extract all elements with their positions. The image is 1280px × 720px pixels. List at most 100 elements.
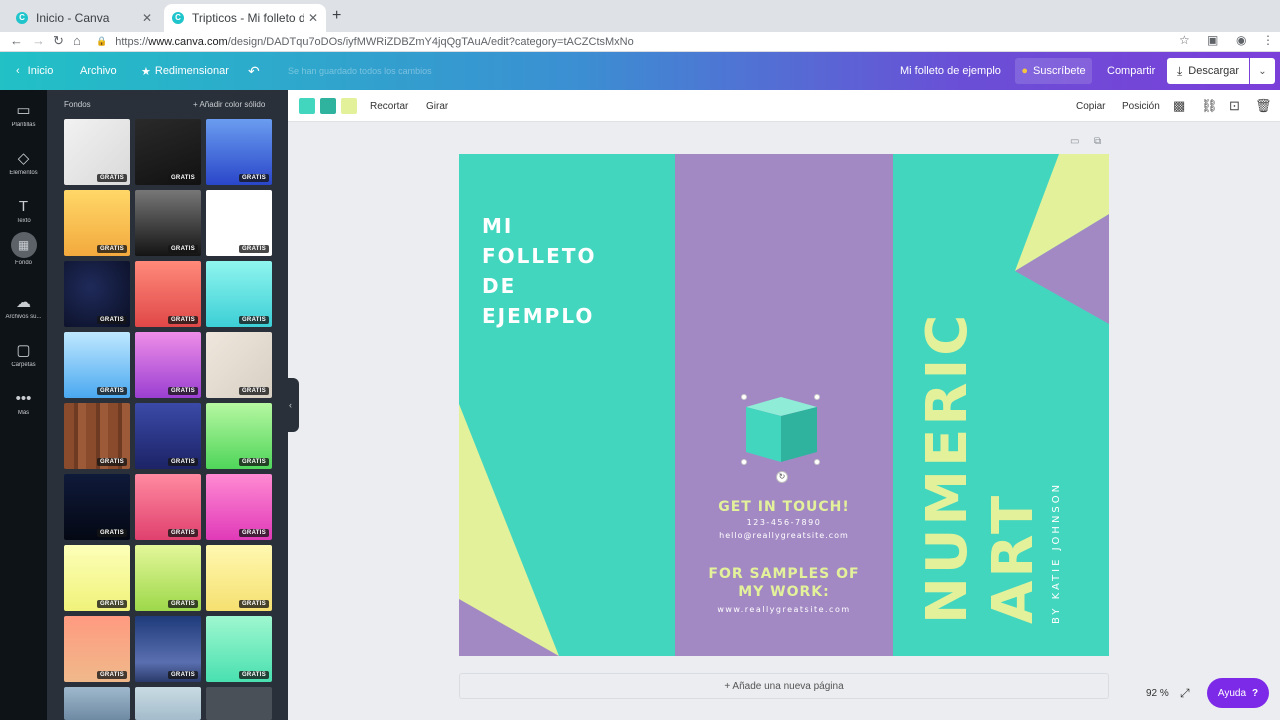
background-tile[interactable]: GRATIS <box>135 616 201 682</box>
background-tile[interactable] <box>135 687 201 720</box>
duplicate-page-icon[interactable]: ⧉ <box>1094 136 1101 147</box>
background-tile[interactable]: GRATIS <box>206 332 272 398</box>
background-tile[interactable]: GRATIS <box>135 474 201 540</box>
crown-icon: ● <box>1021 65 1029 77</box>
posicion-button[interactable]: Posición <box>1122 90 1160 122</box>
new-tab-icon[interactable]: + <box>332 7 341 25</box>
background-tile[interactable]: GRATIS <box>64 474 130 540</box>
gratis-badge: GRATIS <box>96 529 127 537</box>
color-swatch[interactable] <box>320 98 336 114</box>
rail-label: Más <box>17 410 30 416</box>
suscribete-button[interactable]: ● Suscríbete <box>1015 58 1092 84</box>
close-tab-icon[interactable]: ✕ <box>142 11 152 25</box>
background-tile[interactable]: GRATIS <box>64 616 130 682</box>
background-tile[interactable]: GRATIS <box>64 261 130 327</box>
background-tile[interactable]: GRATIS <box>64 545 130 611</box>
browser-tab-inicio[interactable]: C Inicio - Canva ✕ <box>8 4 160 32</box>
selection-handle[interactable] <box>814 394 820 400</box>
background-tile[interactable]: GRATIS <box>64 332 130 398</box>
selection-handle[interactable] <box>741 394 747 400</box>
inicio-button[interactable]: ‹ Inicio <box>16 52 53 90</box>
gratis-badge: GRATIS <box>167 245 198 253</box>
notes-icon[interactable]: ▭ <box>1070 136 1079 147</box>
design-title[interactable]: Mi folleto de ejemplo <box>900 52 1001 90</box>
background-tile[interactable]: GRATIS <box>135 545 201 611</box>
cube-left-face <box>746 407 781 462</box>
url-path: /design/DADTqu7oDOs/iyfMWRiZDBZmY4jqQgTA… <box>227 35 634 48</box>
gratis-badge: GRATIS <box>96 316 127 324</box>
chevron-left-icon: ‹ <box>16 65 20 77</box>
rail-item-fondo[interactable]: ▦ Fondo <box>0 232 47 276</box>
design-page[interactable]: MI FOLLETO DE EJEMPLO ↻ GET IN TOUCH! 12… <box>459 154 1109 656</box>
gratis-badge: GRATIS <box>96 600 127 608</box>
url-field[interactable]: 🔒 https:// www.canva.com /design/DADTqu7… <box>96 32 1196 51</box>
extension-icon[interactable]: ▣ <box>1207 33 1218 47</box>
background-tile[interactable]: GRATIS <box>135 261 201 327</box>
background-tile[interactable]: GRATIS <box>135 332 201 398</box>
rail-label: Plantillas <box>11 122 36 128</box>
background-icon: ▦ <box>10 232 37 258</box>
home-icon[interactable]: ⌂ <box>73 33 81 48</box>
phone-text: 123-456-7890 <box>746 518 822 527</box>
title-line: MI <box>482 214 514 238</box>
background-tile[interactable]: GRATIS <box>135 119 201 185</box>
profile-icon[interactable]: ◉ <box>1236 33 1246 47</box>
lock-icon[interactable]: ⊡ <box>1229 98 1240 114</box>
background-tile[interactable]: GRATIS <box>64 403 130 469</box>
girar-button[interactable]: Girar <box>426 90 448 122</box>
color-swatch[interactable] <box>299 98 315 114</box>
background-tile[interactable]: GRATIS <box>64 119 130 185</box>
trash-icon[interactable]: 🗑 <box>1255 98 1272 114</box>
rail-item-elementos[interactable]: ◇ Elementos <box>0 146 47 190</box>
selection-handle[interactable] <box>741 459 747 465</box>
copiar-button[interactable]: Copiar <box>1076 90 1105 122</box>
compartir-button[interactable]: Compartir <box>1107 52 1155 90</box>
transparency-icon[interactable]: ▩ <box>1173 98 1185 114</box>
rail-item-plantillas[interactable]: ▭ Plantillas <box>0 98 47 142</box>
archivo-menu[interactable]: Archivo <box>80 52 117 90</box>
redimensionar-button[interactable]: ★ Redimensionar <box>141 52 229 90</box>
help-button[interactable]: Ayuda ? <box>1207 678 1269 708</box>
background-tile[interactable]: GRATIS <box>206 190 272 256</box>
gratis-badge: GRATIS <box>238 600 269 608</box>
rail-item-archivos[interactable]: ☁ Archivos su... <box>0 290 47 334</box>
canva-favicon-icon: C <box>16 12 28 24</box>
background-tile[interactable]: GRATIS <box>206 474 272 540</box>
add-page-button[interactable]: + Añade una nueva página <box>459 673 1109 699</box>
descargar-dropdown-chevron-icon[interactable]: ⌄ <box>1250 58 1275 84</box>
zoom-level[interactable]: 92 % <box>1146 688 1169 699</box>
cube-graphic[interactable] <box>741 394 821 466</box>
link-icon[interactable]: ⛓ <box>1201 98 1218 114</box>
color-swatch[interactable] <box>341 98 357 114</box>
background-tile[interactable]: GRATIS <box>64 190 130 256</box>
inicio-label: Inicio <box>27 65 54 77</box>
rail-item-carpetas[interactable]: ▢ Carpetas <box>0 338 47 382</box>
background-tile[interactable]: GRATIS <box>206 261 272 327</box>
add-solid-color-link[interactable]: + Añadir color sólido <box>193 100 265 109</box>
close-tab-icon[interactable]: ✕ <box>308 11 318 25</box>
gratis-badge: GRATIS <box>167 671 198 679</box>
fullscreen-icon[interactable]: ⤢ <box>1180 686 1190 701</box>
star-icon: ★ <box>141 65 151 78</box>
selection-handle[interactable] <box>814 459 820 465</box>
rotate-handle-icon[interactable]: ↻ <box>776 471 788 483</box>
descargar-button[interactable]: ⤓ Descargar <box>1167 58 1249 84</box>
background-tile[interactable] <box>206 687 272 720</box>
undo-icon[interactable]: ↶ <box>248 52 260 90</box>
back-icon[interactable]: ← <box>10 33 23 48</box>
background-tile[interactable]: GRATIS <box>206 616 272 682</box>
bookmark-star-icon[interactable]: ☆ <box>1179 33 1190 47</box>
reload-icon[interactable]: ↻ <box>53 33 64 49</box>
browser-menu-icon[interactable]: ⋮ <box>1262 33 1274 47</box>
background-tile[interactable]: GRATIS <box>206 119 272 185</box>
background-tile[interactable]: GRATIS <box>135 190 201 256</box>
background-tile[interactable]: GRATIS <box>135 403 201 469</box>
forward-icon[interactable]: → <box>32 33 45 48</box>
background-tile[interactable] <box>64 687 130 720</box>
background-tile[interactable]: GRATIS <box>206 545 272 611</box>
browser-tab-tripticos[interactable]: C Tripticos - Mi folleto de ejemplo ✕ <box>164 4 326 32</box>
recortar-button[interactable]: Recortar <box>370 90 408 122</box>
collapse-panel-chevron-icon[interactable]: ‹ <box>282 378 299 432</box>
background-tile[interactable]: GRATIS <box>206 403 272 469</box>
rail-item-mas[interactable]: ••• Más <box>0 386 47 430</box>
